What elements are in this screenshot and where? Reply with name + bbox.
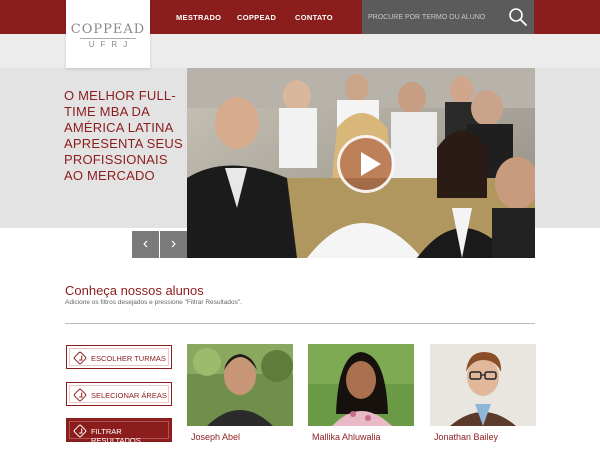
student-card[interactable]: Jonathan Bailey: [430, 344, 536, 450]
check-diamond-icon: [72, 387, 88, 403]
check-diamond-icon: [72, 423, 88, 439]
student-name: Joseph Abel: [191, 432, 241, 442]
filter-label: ESCOLHER TURMAS: [91, 354, 166, 363]
chevron-left-icon[interactable]: ‹: [132, 231, 159, 258]
student-name: Jonathan Bailey: [434, 432, 499, 442]
logo[interactable]: COPPEAD UFRJ: [66, 0, 150, 68]
logo-title: COPPEAD: [70, 22, 146, 37]
student-photo: [308, 344, 414, 426]
filter-label: FILTRAR RESULTADOS: [91, 427, 141, 445]
logo-subtitle: UFRJ: [88, 40, 134, 49]
logo-divider: [80, 38, 136, 39]
choose-classes-button[interactable]: ESCOLHER TURMAS: [66, 345, 172, 369]
student-card[interactable]: Mallika Ahluwalia: [308, 344, 414, 450]
nav-contato[interactable]: CONTATO: [295, 13, 333, 22]
hero-headline: O MELHOR FULL-TIME MBA DA AMÉRICA LATINA…: [64, 88, 183, 183]
student-photo: [430, 344, 536, 426]
play-icon[interactable]: [337, 135, 395, 193]
check-diamond-icon: [72, 350, 88, 366]
chevron-right-icon[interactable]: ›: [160, 231, 187, 258]
section-divider: [65, 323, 535, 324]
section-subtitle: Adicione os filtros desejados e pression…: [65, 299, 242, 306]
nav-mestrado[interactable]: MESTRADO: [176, 13, 221, 22]
search-input[interactable]: [368, 10, 504, 24]
student-photo: [187, 344, 293, 426]
filter-label: SELECIONAR ÁREAS: [91, 391, 167, 400]
select-areas-button[interactable]: SELECIONAR ÁREAS: [66, 382, 172, 406]
nav-coppead[interactable]: COPPEAD: [237, 13, 276, 22]
student-card[interactable]: Joseph Abel: [187, 344, 293, 450]
search-bar: [362, 0, 534, 34]
filter-results-button[interactable]: FILTRAR RESULTADOS: [66, 418, 172, 445]
section-title: Conheça nossos alunos: [65, 283, 204, 298]
search-icon[interactable]: [508, 7, 528, 27]
student-name: Mallika Ahluwalia: [312, 432, 381, 442]
carousel-controls: ‹ ›: [132, 231, 188, 258]
